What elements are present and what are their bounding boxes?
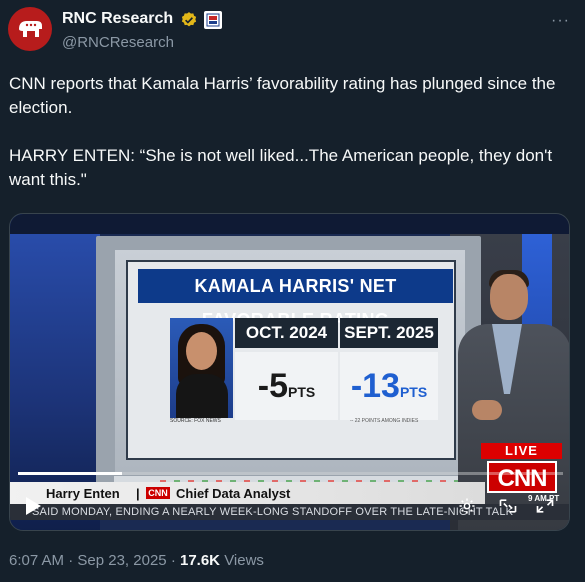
- play-icon[interactable]: [24, 496, 42, 516]
- value-number: -13: [350, 367, 400, 405]
- value-sept-2025: -13PTS: [340, 352, 438, 420]
- meta-separator: ·: [68, 552, 74, 569]
- lower-third-title: Chief Data Analyst: [176, 486, 291, 501]
- affiliate-badge-icon[interactable]: [204, 11, 222, 29]
- column-header-sept-2025: SEPT. 2025: [340, 318, 438, 348]
- photo-caption: SOURCE: FOX NEWS: [170, 418, 221, 424]
- avatar[interactable]: [8, 7, 52, 51]
- live-badge: LIVE: [481, 443, 562, 459]
- video-player[interactable]: KAMALA HARRIS' NET FAVORABLE RATING SOUR…: [9, 213, 570, 531]
- ticker-text: SAID MONDAY, ENDING A NEARLY WEEK-LONG S…: [32, 506, 514, 518]
- views-count: 17.6K: [179, 552, 221, 569]
- post-meta: 6:07 AM · Sep 23, 2025 · 17.6K Views: [9, 552, 264, 569]
- rnc-logo-icon: [19, 21, 42, 37]
- views-label: Views: [224, 552, 264, 569]
- lower-third-separator: |: [136, 486, 140, 501]
- graphic-title: KAMALA HARRIS' NET FAVORABLE RATING: [138, 269, 453, 330]
- lower-third-name: Harry Enten: [46, 486, 120, 501]
- post-date[interactable]: Sep 23, 2025: [77, 552, 166, 569]
- post-text: CNN reports that Kamala Harris’ favorabi…: [9, 74, 556, 189]
- cnn-logo: CNN: [487, 461, 557, 493]
- fullscreen-icon[interactable]: [535, 497, 555, 515]
- pip-icon[interactable]: [498, 497, 518, 515]
- settings-icon[interactable]: [458, 497, 476, 515]
- lower-third-network: CNN: [146, 487, 170, 499]
- pts-unit: PTS: [399, 384, 428, 400]
- meta-separator: ·: [170, 552, 176, 569]
- author-handle[interactable]: @RNCResearch: [62, 34, 174, 51]
- post-time[interactable]: 6:07 AM: [9, 552, 64, 569]
- anchor-hand: [472, 400, 502, 420]
- pts-unit: PTS: [288, 384, 316, 400]
- more-icon[interactable]: ···: [551, 12, 570, 30]
- verified-badge-icon[interactable]: [180, 11, 198, 29]
- column-header-oct-2024: OCT. 2024: [235, 318, 338, 348]
- graphic-note: -- 22 POINTS AMONG INDIES: [350, 418, 419, 424]
- anchor-head: [490, 274, 528, 320]
- value-number: -5: [257, 367, 288, 405]
- photo-face: [186, 332, 217, 370]
- photo-body: [176, 374, 228, 418]
- video-progress-fill[interactable]: [18, 472, 122, 475]
- value-oct-2024: -5PTS: [235, 352, 338, 420]
- studio-ceiling: [10, 214, 569, 234]
- author-name[interactable]: RNC Research: [62, 10, 173, 28]
